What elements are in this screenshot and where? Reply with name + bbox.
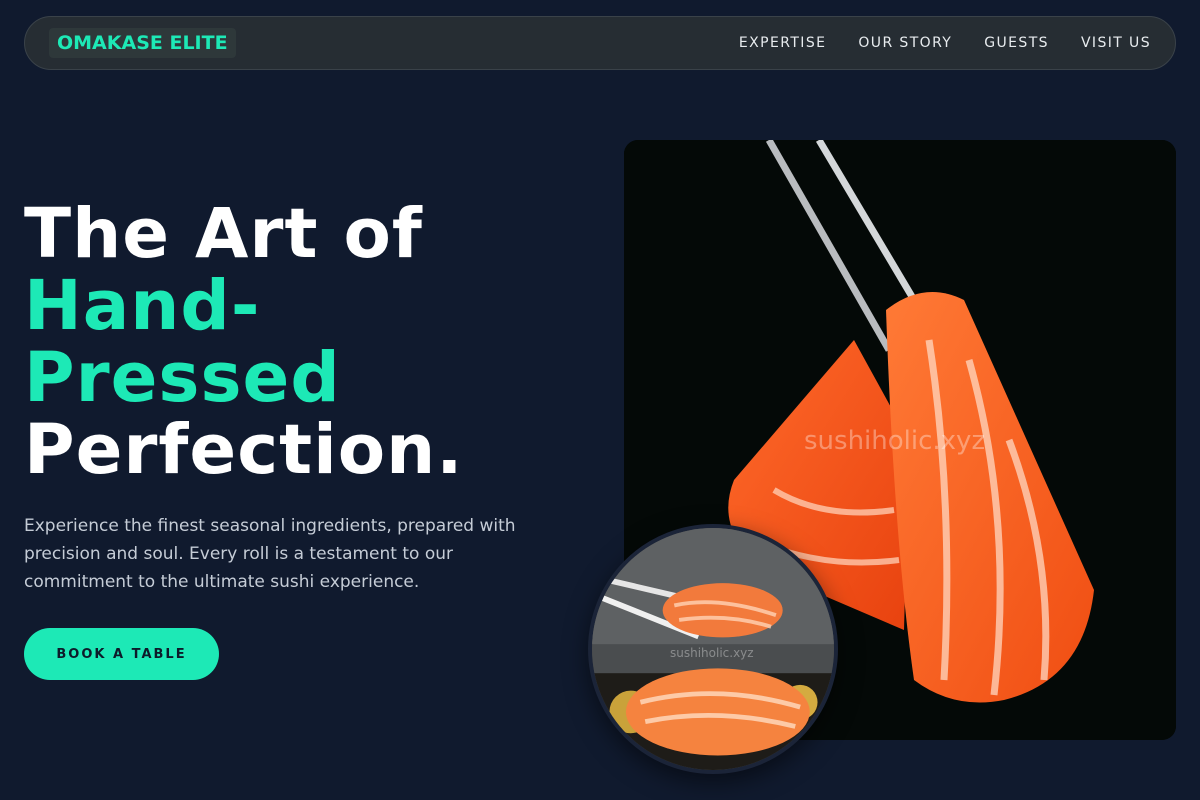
nav-links: EXPERTISE OUR STORY GUESTS VISIT US xyxy=(739,35,1151,51)
inset-image-watermark: sushiholic.xyz xyxy=(670,646,754,660)
hero-title: The Art of Hand- Pressed Perfection. xyxy=(24,198,584,486)
navbar: OMAKASE ELITE EXPERTISE OUR STORY GUESTS… xyxy=(24,16,1176,70)
hero-title-line3: Perfection. xyxy=(24,410,464,490)
nav-link-visit-us[interactable]: VISIT US xyxy=(1081,35,1151,51)
hero-title-accent2: Pressed xyxy=(24,338,341,418)
nav-link-our-story[interactable]: OUR STORY xyxy=(858,35,952,51)
book-table-button[interactable]: BOOK A TABLE xyxy=(24,628,219,680)
hero-title-line1: The Art of xyxy=(24,194,423,274)
main-image-watermark: sushiholic.xyz xyxy=(804,426,986,456)
brand-logo[interactable]: OMAKASE ELITE xyxy=(49,28,236,58)
nav-link-guests[interactable]: GUESTS xyxy=(984,35,1049,51)
hero-title-accent1: Hand- xyxy=(24,266,261,346)
hero-inset-image: sushiholic.xyz xyxy=(588,524,838,774)
nav-link-expertise[interactable]: EXPERTISE xyxy=(739,35,826,51)
hero-description: Experience the finest seasonal ingredien… xyxy=(24,516,516,592)
